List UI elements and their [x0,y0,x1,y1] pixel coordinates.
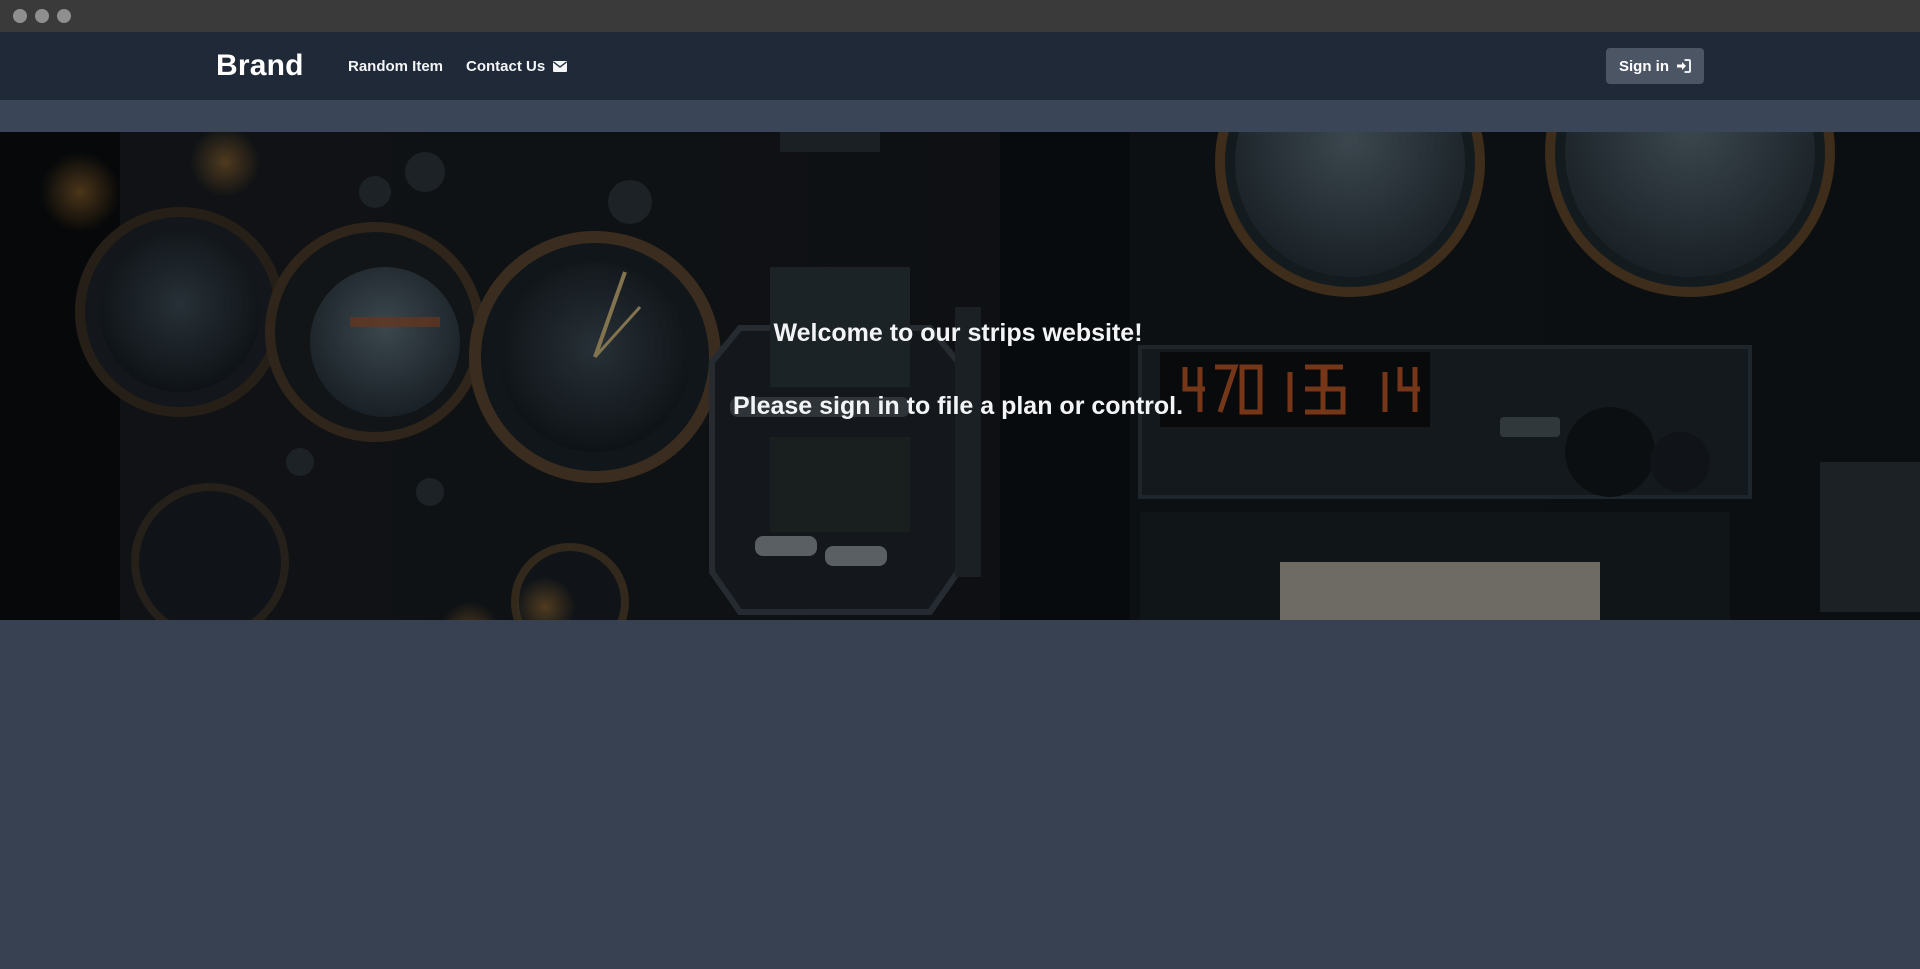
window-maximize-dot[interactable] [57,9,71,23]
sign-in-button[interactable]: Sign in [1606,48,1704,84]
sign-in-label: Sign in [1619,57,1669,75]
sign-in-prompt: Please sign in to file a plan or control… [732,392,1184,420]
welcome-heading: Welcome to our strips website! [773,319,1143,347]
hero-banner: Welcome to our strips website! Please si… [0,132,1920,620]
envelope-icon [553,60,568,72]
browser-window-bar [0,0,1920,32]
window-close-dot[interactable] [13,9,27,23]
sign-in-icon [1677,59,1691,73]
brand-logo[interactable]: Brand [216,32,304,100]
nav-link-label: Contact Us [466,57,546,75]
hero-text-block: Welcome to our strips website! Please si… [0,132,1920,620]
window-minimize-dot[interactable] [35,9,49,23]
nav-link-label: Random Item [348,57,444,75]
sub-header-strip [0,100,1920,132]
nav-link-contact-us[interactable]: Contact Us [466,32,568,100]
nav-link-random-item[interactable]: Random Item [348,32,443,100]
